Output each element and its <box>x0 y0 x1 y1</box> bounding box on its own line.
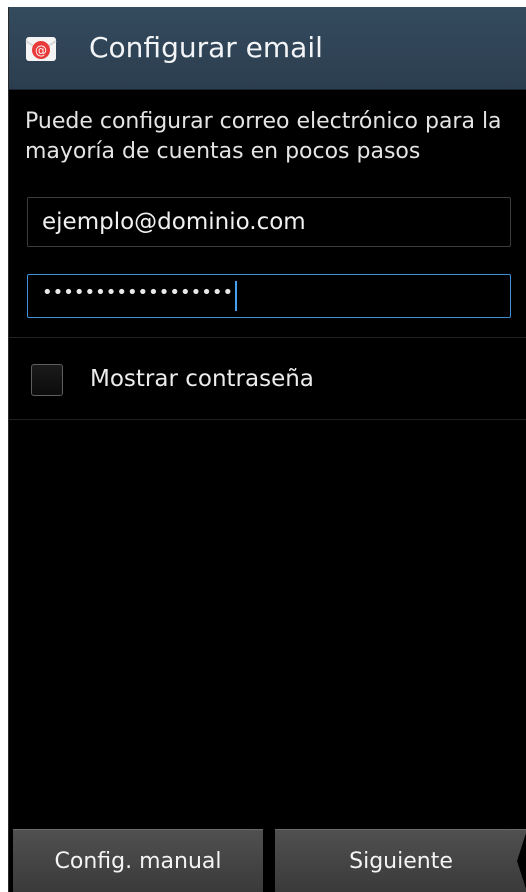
password-field[interactable]: •••••••••••••••••• <box>27 274 511 318</box>
show-password-label[interactable]: Mostrar contraseña <box>90 363 314 395</box>
manual-config-button[interactable]: Config. manual <box>13 829 263 892</box>
email-app-icon: @ <box>25 37 57 61</box>
next-arrow-icon <box>517 830 526 892</box>
svg-text:@: @ <box>35 44 47 58</box>
divider <box>9 337 526 338</box>
next-button[interactable]: Siguiente <box>275 829 526 892</box>
text-cursor <box>235 281 238 311</box>
email-field[interactable]: ejemplo@dominio.com <box>27 197 511 247</box>
page-title: Configurar email <box>89 31 323 64</box>
email-field-value: ejemplo@dominio.com <box>42 209 306 235</box>
phone-screen: @ Configurar email Puede configurar corr… <box>8 7 526 892</box>
password-field-value: •••••••••••••••••• <box>42 281 234 303</box>
bottom-button-bar: Config. manual Siguiente <box>9 819 526 892</box>
action-bar: @ Configurar email <box>9 7 526 90</box>
manual-config-label: Config. manual <box>54 848 222 874</box>
intro-text: Puede configurar correo electrónico para… <box>25 109 502 164</box>
divider <box>9 419 526 420</box>
next-button-label: Siguiente <box>349 848 453 874</box>
show-password-checkbox[interactable] <box>31 364 63 396</box>
